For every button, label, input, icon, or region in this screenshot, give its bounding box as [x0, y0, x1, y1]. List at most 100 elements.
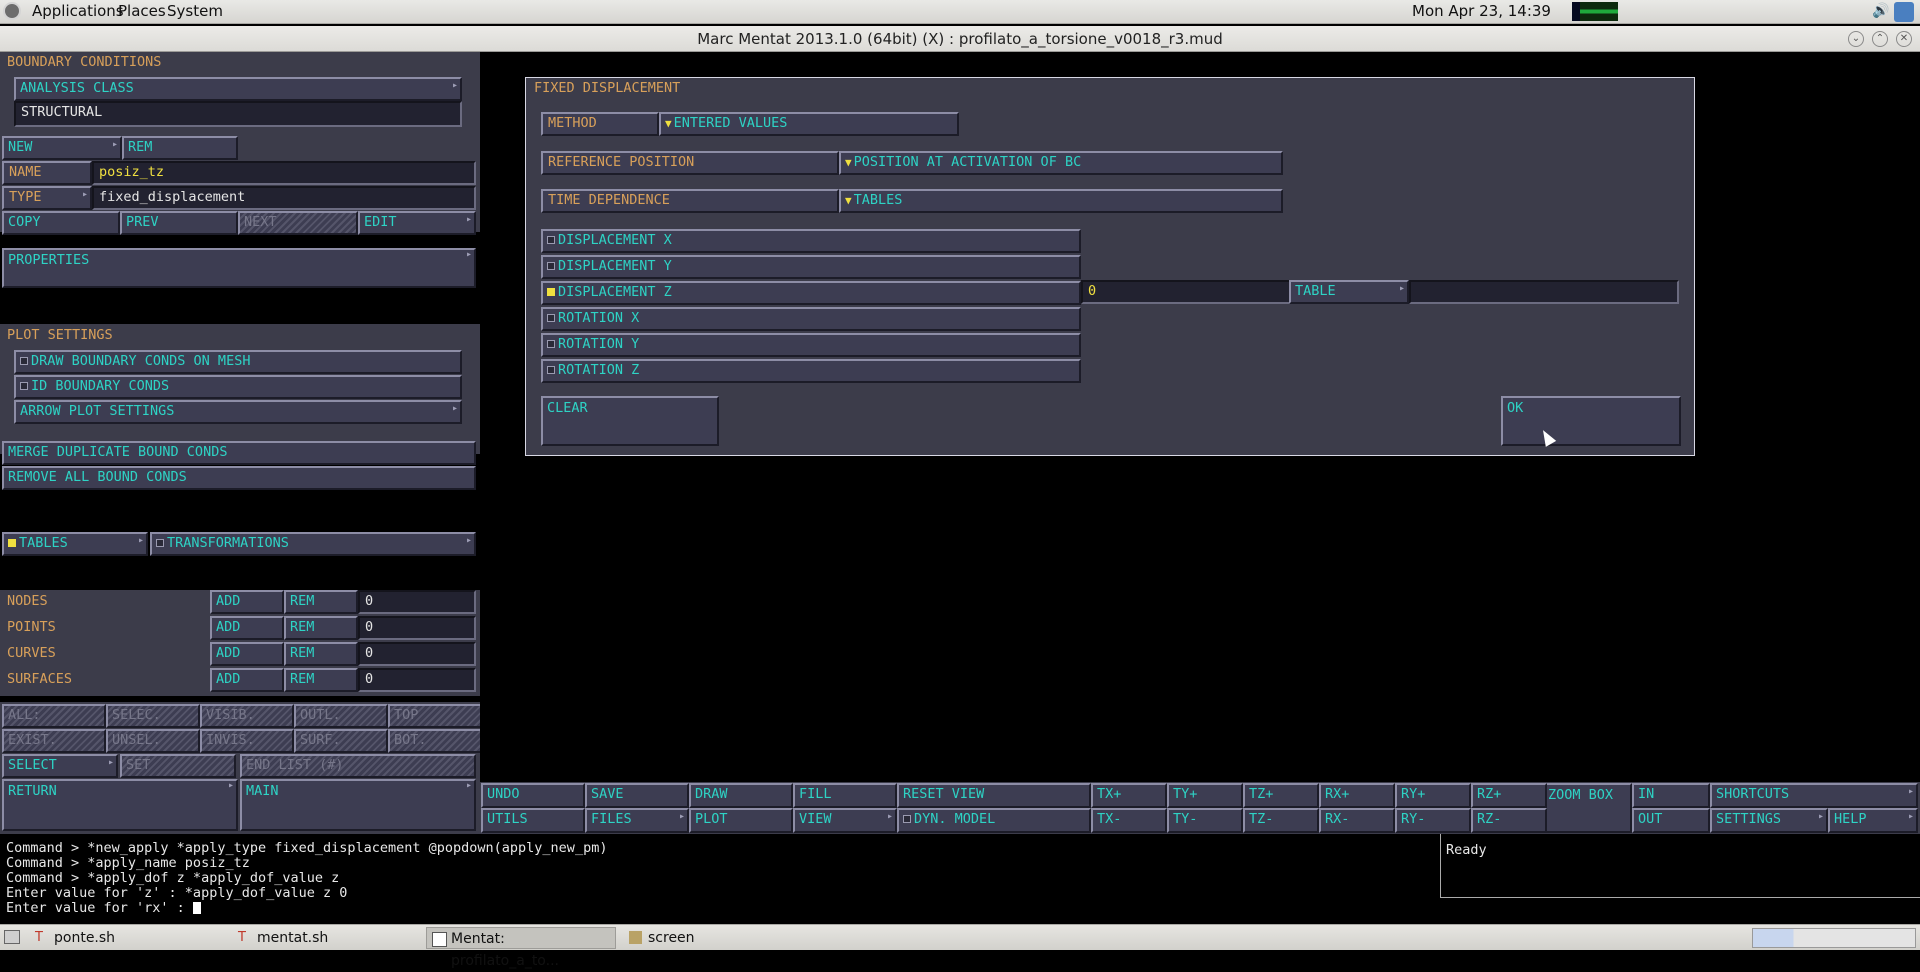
select-grid-button[interactable]: TOP: [388, 704, 482, 728]
entity-add-button[interactable]: ADD: [210, 616, 284, 640]
menu-places[interactable]: Places: [118, 2, 166, 20]
select-grid-button[interactable]: OUTL.: [294, 704, 388, 728]
prev-button[interactable]: PREV: [120, 211, 238, 235]
toolbar-button[interactable]: RZ+: [1471, 783, 1547, 808]
analysis-class-button[interactable]: ANALYSIS CLASS: [14, 77, 462, 101]
select-button[interactable]: SELECT: [2, 754, 118, 778]
entity-add-button[interactable]: ADD: [210, 668, 284, 692]
reference-position-dropdown[interactable]: ▼ POSITION AT ACTIVATION OF BC: [839, 151, 1283, 175]
select-grid-button[interactable]: BOT.: [388, 729, 482, 753]
time-dependence-dropdown[interactable]: ▼ TABLES: [839, 189, 1283, 213]
dof-toggle[interactable]: DISPLACEMENT X: [541, 229, 1081, 253]
tables-button[interactable]: TABLES: [2, 532, 148, 556]
toolbar-button[interactable]: RESET VIEW: [897, 783, 1091, 808]
properties-button[interactable]: PROPERTIES: [2, 248, 476, 288]
volume-icon[interactable]: 🔊: [1872, 3, 1889, 19]
dof-toggle[interactable]: DISPLACEMENT Y: [541, 255, 1081, 279]
table-field[interactable]: [1409, 280, 1679, 304]
toolbar-button[interactable]: TZ+: [1243, 783, 1319, 808]
dof-toggle[interactable]: ROTATION Y: [541, 333, 1081, 357]
toolbar-button[interactable]: PLOT: [689, 808, 793, 833]
transformations-button[interactable]: TRANSFORMATIONS: [150, 532, 476, 556]
command-console[interactable]: Command > *new_apply *apply_type fixed_d…: [0, 834, 1438, 924]
gnome-foot-icon[interactable]: [3, 2, 21, 20]
method-dropdown[interactable]: ▼ ENTERED VALUES: [659, 112, 959, 136]
toolbar-button[interactable]: RY+: [1395, 783, 1471, 808]
draw-bc-checkbox[interactable]: DRAW BOUNDARY CONDS ON MESH: [14, 350, 462, 374]
select-grid-button[interactable]: ALL:: [2, 704, 106, 728]
name-field[interactable]: posiz_tz: [92, 161, 476, 185]
ok-button[interactable]: OK: [1501, 396, 1681, 446]
zoom-box-button[interactable]: ZOOM BOX: [1542, 783, 1632, 833]
taskbar-task[interactable]: Tponte.sh: [30, 927, 230, 949]
entity-add-button[interactable]: ADD: [210, 590, 284, 614]
type-button[interactable]: TYPE: [2, 185, 92, 210]
dof-toggle[interactable]: DISPLACEMENT Z: [541, 281, 1081, 305]
merge-duplicate-button[interactable]: MERGE DUPLICATE BOUND CONDS: [2, 441, 476, 465]
end-list-button[interactable]: END LIST (#): [240, 754, 476, 778]
toolbar-button[interactable]: RY-: [1395, 808, 1471, 833]
arrow-plot-settings-button[interactable]: ARROW PLOT SETTINGS: [14, 400, 462, 424]
toolbar-button[interactable]: SAVE: [585, 783, 689, 808]
zoom-in-button[interactable]: IN: [1632, 783, 1710, 808]
next-button[interactable]: NEXT: [238, 211, 358, 235]
toolbar-button[interactable]: TX+: [1091, 783, 1167, 808]
dof-toggle[interactable]: ROTATION X: [541, 307, 1081, 331]
select-grid-button[interactable]: INVIS.: [200, 729, 294, 753]
close-icon[interactable]: ✕: [1896, 31, 1912, 47]
id-bc-checkbox[interactable]: ID BOUNDARY CONDS: [14, 375, 462, 399]
toolbar-button[interactable]: TX-: [1091, 808, 1167, 833]
toolbar-button[interactable]: RX-: [1319, 808, 1395, 833]
clock[interactable]: Mon Apr 23, 14:39: [1412, 2, 1551, 20]
taskbar: Tponte.sh Tmentat.sh Mentat: profilato_a_t…: [0, 924, 1920, 969]
new-button[interactable]: NEW: [2, 136, 122, 160]
clear-button[interactable]: CLEAR: [541, 396, 719, 446]
select-grid-button[interactable]: VISIB.: [200, 704, 294, 728]
taskbar-task[interactable]: Mentat: profilato_a_to...: [426, 927, 616, 969]
rem-button[interactable]: REM: [122, 136, 238, 160]
toolbar-button[interactable]: TY-: [1167, 808, 1243, 833]
toolbar-button[interactable]: RZ-: [1471, 808, 1547, 833]
select-grid-button[interactable]: UNSEL.: [106, 729, 200, 753]
menu-system[interactable]: System: [167, 2, 223, 20]
tray-app-icon[interactable]: [1894, 2, 1914, 22]
entity-rem-button[interactable]: REM: [284, 590, 358, 614]
maximize-icon[interactable]: ⌃: [1872, 31, 1888, 47]
displacement-z-value-field[interactable]: 0: [1081, 280, 1293, 304]
dof-toggle[interactable]: ROTATION Z: [541, 359, 1081, 383]
entity-rem-button[interactable]: REM: [284, 616, 358, 640]
toolbar-button[interactable]: TY+: [1167, 783, 1243, 808]
toolbar-button[interactable]: RX+: [1319, 783, 1395, 808]
zoom-out-button[interactable]: OUT: [1632, 808, 1710, 833]
entity-rem-button[interactable]: REM: [284, 642, 358, 666]
select-grid-button[interactable]: SELEC.: [106, 704, 200, 728]
table-button[interactable]: TABLE: [1289, 280, 1409, 304]
toolbar-button[interactable]: UNDO: [481, 783, 585, 808]
shortcuts-button[interactable]: SHORTCUTS: [1710, 783, 1918, 808]
workspace-switcher[interactable]: [1752, 928, 1916, 948]
menu-applications[interactable]: Applications: [32, 2, 124, 20]
minimize-icon[interactable]: ⌄: [1848, 31, 1864, 47]
toolbar-button[interactable]: DYN. MODEL: [897, 808, 1091, 833]
remove-all-button[interactable]: REMOVE ALL BOUND CONDS: [2, 466, 476, 490]
entity-add-button[interactable]: ADD: [210, 642, 284, 666]
toolbar-button[interactable]: TZ-: [1243, 808, 1319, 833]
main-button[interactable]: MAIN: [240, 779, 476, 831]
select-grid-button[interactable]: SURF.: [294, 729, 388, 753]
toolbar-button[interactable]: FILL: [793, 783, 897, 808]
help-button[interactable]: HELP: [1828, 808, 1918, 833]
toolbar-button[interactable]: FILES: [585, 808, 689, 833]
toolbar-button[interactable]: DRAW: [689, 783, 793, 808]
entity-rem-button[interactable]: REM: [284, 668, 358, 692]
taskbar-task[interactable]: Tmentat.sh: [233, 927, 423, 949]
toolbar-button[interactable]: VIEW: [793, 808, 897, 833]
taskbar-task[interactable]: screen: [624, 927, 774, 949]
settings-button[interactable]: SETTINGS: [1710, 808, 1828, 833]
select-grid-button[interactable]: EXIST.: [2, 729, 106, 753]
return-button[interactable]: RETURN: [2, 779, 238, 831]
copy-button[interactable]: COPY: [2, 211, 120, 235]
set-button[interactable]: SET: [120, 754, 236, 778]
toolbar-button[interactable]: UTILS: [481, 808, 585, 833]
edit-button[interactable]: EDIT: [358, 211, 476, 235]
show-desktop-icon[interactable]: [4, 930, 20, 944]
